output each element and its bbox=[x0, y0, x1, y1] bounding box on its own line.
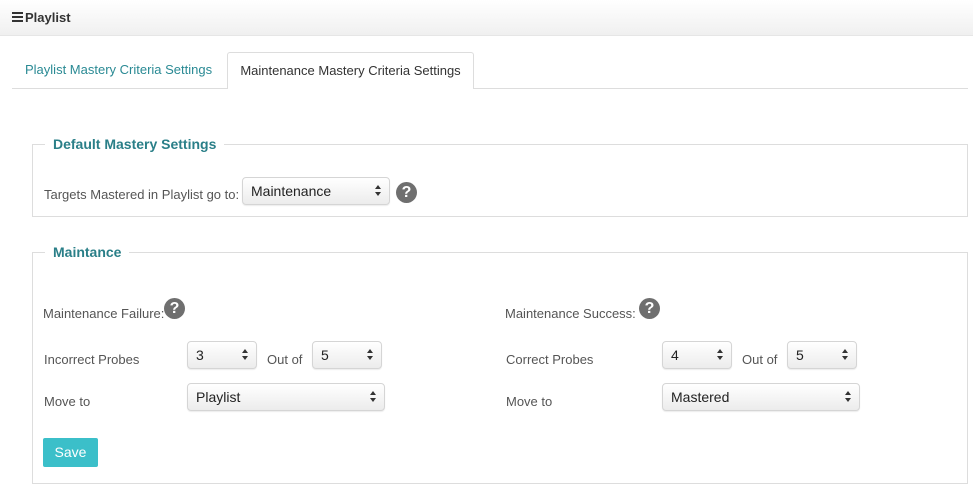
maintenance-success-heading: Maintenance Success: bbox=[505, 306, 636, 321]
correct-probes-label: Correct Probes bbox=[506, 352, 594, 367]
help-icon[interactable]: ? bbox=[164, 298, 185, 319]
correct-probes-select[interactable]: 4 bbox=[662, 341, 732, 369]
select-arrows-icon bbox=[242, 349, 249, 361]
success-move-to-select[interactable]: Mastered bbox=[662, 383, 860, 411]
help-icon[interactable]: ? bbox=[396, 182, 417, 203]
maintenance-failure-heading: Maintenance Failure: bbox=[43, 306, 165, 321]
success-out-of-label: Out of bbox=[742, 352, 778, 367]
select-arrows-icon bbox=[717, 349, 724, 361]
success-out-of-select[interactable]: 5 bbox=[787, 341, 857, 369]
success-out-of-value: 5 bbox=[796, 347, 804, 363]
incorrect-probes-select[interactable]: 3 bbox=[187, 341, 257, 369]
default-mastery-settings-legend: Default Mastery Settings bbox=[45, 136, 225, 152]
select-arrows-icon bbox=[367, 349, 374, 361]
hamburger-menu-icon[interactable] bbox=[12, 12, 23, 22]
tab-divider bbox=[12, 88, 968, 89]
failure-move-to-value: Playlist bbox=[196, 389, 241, 405]
targets-mastered-label: Targets Mastered in Playlist go to: bbox=[44, 187, 240, 202]
targets-mastered-select-value: Maintenance bbox=[251, 183, 332, 199]
tab-maintenance-mastery-criteria[interactable]: Maintenance Mastery Criteria Settings bbox=[227, 52, 474, 89]
success-move-to-value: Mastered bbox=[671, 389, 730, 405]
top-bar: Playlist bbox=[0, 0, 973, 36]
help-icon[interactable]: ? bbox=[639, 298, 660, 319]
failure-out-of-select[interactable]: 5 bbox=[312, 341, 382, 369]
select-arrows-icon bbox=[842, 349, 849, 361]
incorrect-probes-value: 3 bbox=[196, 347, 204, 363]
default-mastery-settings-panel bbox=[32, 144, 968, 217]
failure-out-of-label: Out of bbox=[267, 352, 303, 367]
failure-move-to-select[interactable]: Playlist bbox=[187, 383, 385, 411]
select-arrows-icon bbox=[845, 391, 852, 403]
success-move-to-label: Move to bbox=[506, 394, 553, 409]
tab-playlist-mastery-criteria[interactable]: Playlist Mastery Criteria Settings bbox=[12, 52, 224, 88]
failure-out-of-value: 5 bbox=[321, 347, 329, 363]
select-arrows-icon bbox=[370, 391, 377, 403]
targets-mastered-select[interactable]: Maintenance bbox=[242, 177, 390, 205]
maintance-legend: Maintance bbox=[45, 244, 130, 260]
page-title: Playlist bbox=[25, 10, 71, 25]
save-button[interactable]: Save bbox=[43, 438, 98, 467]
failure-move-to-label: Move to bbox=[44, 394, 91, 409]
select-arrows-icon bbox=[375, 185, 382, 197]
correct-probes-value: 4 bbox=[671, 347, 679, 363]
incorrect-probes-label: Incorrect Probes bbox=[44, 352, 140, 367]
